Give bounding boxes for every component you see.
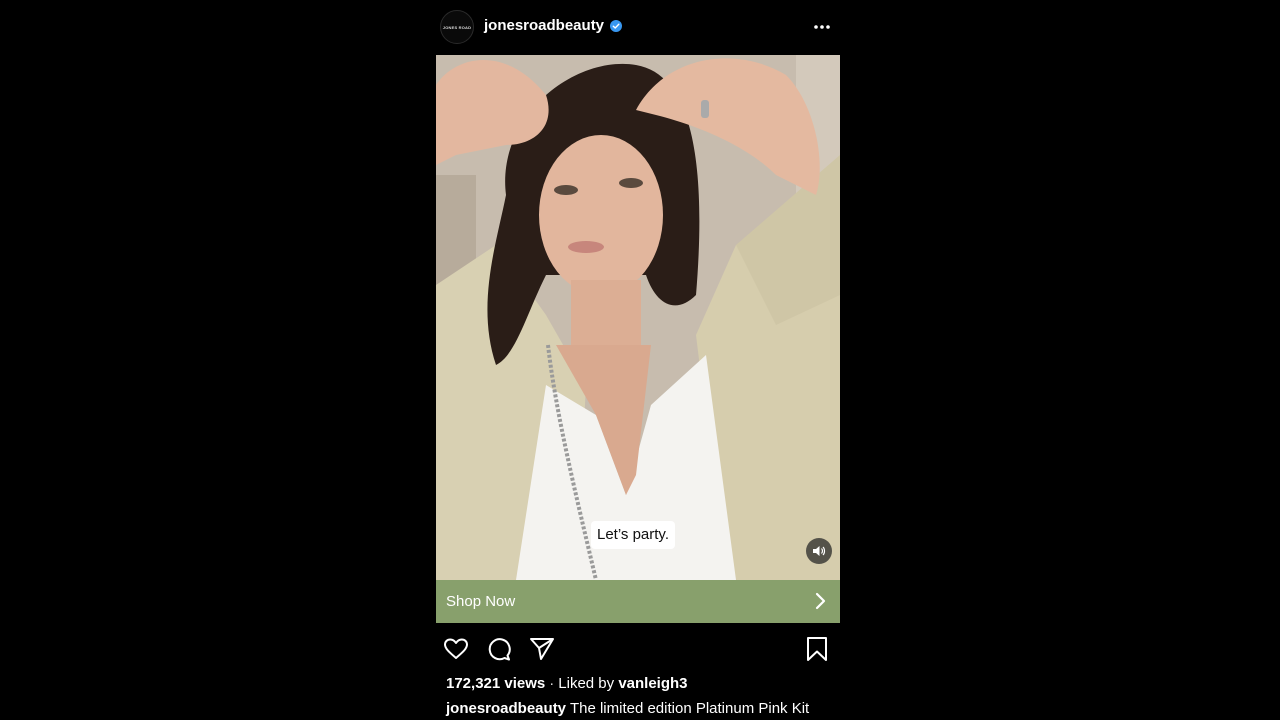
separator-dot: · (549, 675, 555, 692)
caption-username[interactable]: jonesroadbeauty (446, 700, 566, 717)
shop-now-button[interactable]: Shop Now (436, 580, 840, 623)
video-frame-image (436, 55, 840, 580)
instagram-post: JONES ROAD jonesroadbeauty Let’s party. … (436, 0, 840, 720)
chevron-right-icon (815, 592, 826, 610)
heart-icon[interactable] (443, 636, 469, 662)
audio-toggle-button[interactable] (806, 538, 832, 564)
bookmark-icon[interactable] (804, 636, 830, 662)
avatar[interactable]: JONES ROAD (440, 10, 474, 44)
action-bar (436, 633, 840, 665)
post-stats: 172,321 views · Liked by vanleigh3 (446, 675, 688, 692)
send-icon[interactable] (529, 636, 555, 662)
post-caption: jonesroadbeauty The limited edition Plat… (446, 700, 809, 717)
speaker-icon (813, 546, 826, 556)
verified-badge-icon (610, 20, 622, 32)
video-caption: Let’s party. (591, 521, 675, 549)
liked-by-user[interactable]: vanleigh3 (618, 675, 687, 692)
comment-icon[interactable] (486, 636, 512, 662)
avatar-text: JONES ROAD (442, 24, 472, 30)
post-video[interactable]: Let’s party. (436, 55, 840, 580)
more-horizontal-icon (814, 25, 830, 29)
post-username[interactable]: jonesroadbeauty (484, 17, 604, 34)
more-options-button[interactable] (810, 15, 834, 39)
caption-text: The limited edition Platinum Pink Kit (569, 700, 810, 717)
liked-by-prefix: Liked by (558, 675, 615, 692)
shop-now-label: Shop Now (446, 593, 516, 610)
post-header: JONES ROAD jonesroadbeauty (436, 0, 840, 55)
views-count[interactable]: 172,321 views (446, 675, 545, 692)
